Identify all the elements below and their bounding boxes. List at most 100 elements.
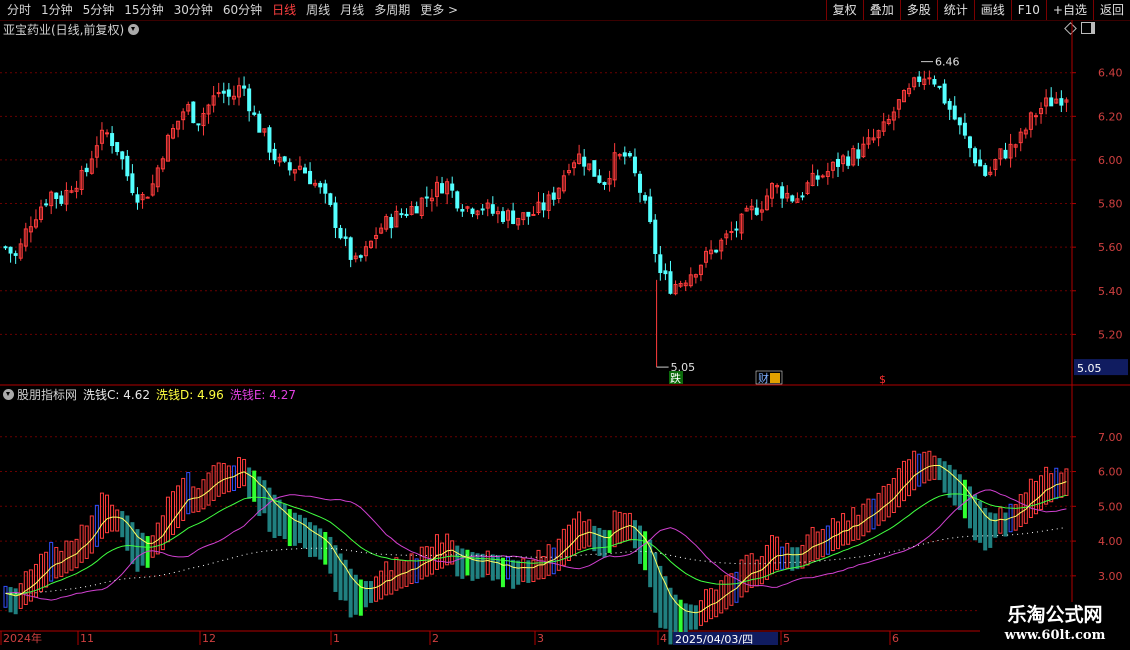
indicator-bar xyxy=(384,561,389,596)
indicator-bar xyxy=(546,544,551,576)
indicator-bar xyxy=(171,491,176,535)
indicator-bar xyxy=(922,451,927,484)
candle-body xyxy=(135,194,140,203)
indicator-bar xyxy=(957,474,962,511)
candle-body xyxy=(643,195,648,201)
indicator-bar xyxy=(308,522,313,558)
indicator-bar xyxy=(993,513,998,538)
indicator-bar xyxy=(810,526,815,562)
indicator-name[interactable]: 股朋指标网 xyxy=(17,386,77,403)
price-tick-label: 5.40 xyxy=(1098,285,1123,298)
indicator-bar xyxy=(216,462,221,497)
indicator-bar xyxy=(302,517,307,549)
candle-body xyxy=(790,195,795,202)
candle-body xyxy=(125,155,130,177)
candle-body xyxy=(358,255,363,258)
candle-body xyxy=(1049,97,1054,107)
indicator-bar xyxy=(795,547,800,570)
candle-body xyxy=(44,203,49,206)
indicator-tick-label: 4.00 xyxy=(1098,535,1123,548)
indicator-bar xyxy=(607,530,612,553)
indicator-bar xyxy=(237,457,242,488)
time-label: 5 xyxy=(783,632,790,645)
candle-body xyxy=(257,113,262,133)
candle-body xyxy=(333,202,338,228)
indicator-bar xyxy=(511,559,516,589)
indicator-bar xyxy=(226,465,231,493)
candle-body xyxy=(480,208,485,211)
candle-body xyxy=(338,227,343,239)
candle-body xyxy=(84,167,89,173)
candle-body xyxy=(622,152,627,157)
indicator-bar xyxy=(612,510,617,548)
indicator-bar xyxy=(389,570,394,595)
time-label: 6 xyxy=(892,632,899,645)
indicator-bar xyxy=(140,532,145,566)
candle-body xyxy=(627,152,632,157)
watermark-logo: 乐淘公式网 www.60lt.com xyxy=(980,602,1130,650)
candle-body xyxy=(348,237,353,260)
indicator-bar xyxy=(729,573,734,606)
indicator-bar xyxy=(693,605,698,630)
candle-body xyxy=(272,148,277,161)
indicator-bar xyxy=(830,518,835,552)
indicator-bar xyxy=(1003,512,1008,537)
indicator-bar xyxy=(292,512,297,546)
candle-body xyxy=(1033,115,1038,118)
indicator-bar xyxy=(947,464,952,498)
price-tick-label: 5.20 xyxy=(1098,328,1123,341)
indicator-dropdown-icon[interactable] xyxy=(3,388,14,400)
indicator-bar xyxy=(790,547,795,571)
indicator-bar xyxy=(3,585,8,608)
candle-body xyxy=(343,236,348,239)
indicator-tick-label: 5.00 xyxy=(1098,500,1123,513)
candle-body xyxy=(932,79,937,85)
indicator-bar xyxy=(196,488,201,513)
indicator-bar xyxy=(780,546,785,570)
indicator-bar xyxy=(120,511,125,538)
indicator-bar xyxy=(526,560,531,583)
candle-body xyxy=(846,156,851,166)
price-tick-label: 6.20 xyxy=(1098,110,1123,123)
indicator-bar xyxy=(896,468,901,508)
indicator-bar xyxy=(932,455,937,480)
indicator-bar xyxy=(942,461,947,493)
indicator-bar xyxy=(23,571,28,605)
indicator-bar xyxy=(572,518,577,556)
candle-body xyxy=(714,249,719,253)
candle-body xyxy=(460,209,465,212)
candle-body xyxy=(59,195,64,204)
indicator-bar xyxy=(577,511,582,551)
indicator-d-value: 洗钱D: 4.96 xyxy=(155,387,224,402)
indicator-bar xyxy=(998,507,1003,534)
price-tick-label: 6.40 xyxy=(1098,67,1123,80)
indicator-bar xyxy=(206,472,211,506)
indicator-bar xyxy=(368,581,373,603)
indicator-bar xyxy=(561,528,566,566)
candle-body xyxy=(648,196,653,223)
candle-body xyxy=(399,213,404,216)
candle-body xyxy=(526,211,531,217)
indicator-bar xyxy=(54,546,59,579)
indicator-bar xyxy=(181,477,186,521)
candle-body xyxy=(308,170,313,185)
indicator-bar xyxy=(313,525,318,557)
cursor-date-label: 2025/04/03/四 xyxy=(675,633,753,646)
candle-body xyxy=(927,77,932,80)
candle-body xyxy=(638,173,643,193)
kline-chart[interactable]: 6.40 6.20 6.00 5.80 5.60 5.40 5.20 5.05 7.00 6.00… xyxy=(0,0,1130,650)
price-tick-label: 6.00 xyxy=(1098,154,1123,167)
indicator-bar xyxy=(749,553,754,588)
candle-body xyxy=(582,156,587,167)
candle-body xyxy=(602,182,607,185)
indicator-bar xyxy=(800,544,805,569)
candle-body xyxy=(1003,149,1008,159)
indicator-bar xyxy=(186,472,191,515)
candle-body xyxy=(323,183,328,194)
indicator-bar xyxy=(724,575,729,610)
indicator-bar xyxy=(891,478,896,514)
indicator-bar xyxy=(704,589,709,623)
indicator-bar xyxy=(988,512,993,548)
indicator-bar xyxy=(79,524,84,563)
candle-body xyxy=(389,217,394,229)
